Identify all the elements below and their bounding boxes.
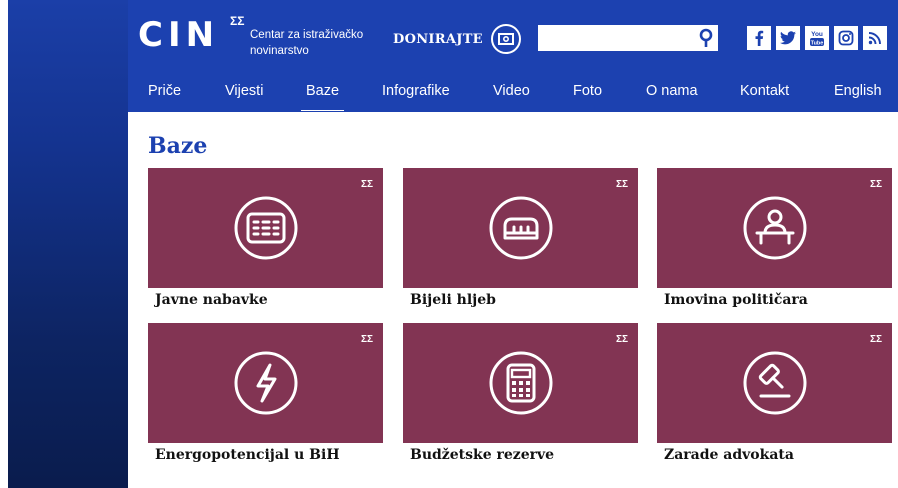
page-title: Baze: [148, 133, 208, 159]
site-header: CIN ΣΣ Centar za istraživačko novinarstv…: [128, 0, 898, 112]
left-gradient-panel: [8, 0, 128, 488]
nav-english[interactable]: English: [834, 83, 882, 99]
card-image: ΣΣ: [148, 323, 383, 443]
card-title: Bijeli hljeb: [410, 292, 496, 308]
nav-price[interactable]: Priče: [148, 83, 181, 99]
card-image: ΣΣ: [657, 168, 892, 288]
twitter-icon[interactable]: [776, 26, 800, 50]
cin-mark-icon: ΣΣ: [869, 179, 882, 190]
card-javne-nabavke[interactable]: ΣΣ Javne nabavke: [148, 168, 383, 313]
tagline: Centar za istraživačko novinarstvo: [250, 29, 364, 57]
table-list-icon: [234, 196, 298, 260]
card-imovina-politicara[interactable]: ΣΣ Imovina političara: [657, 168, 892, 313]
card-image: ΣΣ: [657, 323, 892, 443]
cash-icon: [490, 24, 521, 54]
card-zarade-advokata[interactable]: ΣΣ Zarade advokata: [657, 323, 892, 473]
nav-baze[interactable]: Baze: [300, 83, 345, 111]
cin-mark-icon: ΣΣ: [360, 179, 373, 190]
calculator-icon: [489, 351, 553, 415]
instagram-icon[interactable]: [834, 26, 858, 50]
card-title: Energopotencijal u BiH: [155, 447, 340, 463]
card-title: Budžetske rezerve: [410, 447, 555, 463]
card-title: Zarade advokata: [664, 447, 794, 463]
card-image: ΣΣ: [148, 168, 383, 288]
card-image: ΣΣ: [403, 168, 638, 288]
nav-infografike[interactable]: Infografike: [382, 83, 450, 99]
donate-label: DONIRAJTE: [393, 31, 483, 47]
cin-mark-icon: ΣΣ: [615, 334, 628, 345]
donate-button[interactable]: DONIRAJTE: [393, 24, 521, 54]
cin-mark-icon: ΣΣ: [869, 334, 882, 345]
nav-kontakt[interactable]: Kontakt: [740, 83, 789, 99]
svg-text:You: You: [811, 31, 823, 38]
nav-foto[interactable]: Foto: [573, 83, 602, 99]
nav-vijesti[interactable]: Vijesti: [225, 83, 263, 99]
card-bijeli-hljeb[interactable]: ΣΣ Bijeli hljeb: [403, 168, 638, 313]
facebook-icon[interactable]: [747, 26, 771, 50]
card-budzetske-rezerve[interactable]: ΣΣ Budžetske rezerve: [403, 323, 638, 473]
search-input[interactable]: [538, 25, 718, 51]
bread-icon: [489, 196, 553, 260]
card-image: ΣΣ: [403, 323, 638, 443]
cin-logo[interactable]: CIN: [138, 15, 219, 55]
card-title: Imovina političara: [664, 292, 808, 308]
gavel-icon: [743, 351, 807, 415]
svg-text:Tube: Tube: [811, 40, 824, 46]
card-title: Javne nabavke: [155, 292, 268, 308]
rss-icon[interactable]: [863, 26, 887, 50]
nav-video[interactable]: Video: [493, 83, 530, 99]
cin-mark-icon: ΣΣ: [360, 334, 373, 345]
main-navigation: Priče Vijesti Baze Infografike Video Fot…: [128, 78, 898, 112]
nav-o-nama[interactable]: O nama: [646, 83, 698, 99]
logo-sigma-mark: ΣΣ: [230, 14, 245, 28]
lightning-icon: [234, 351, 298, 415]
youtube-icon[interactable]: You Tube: [805, 26, 829, 50]
card-energopotencijal[interactable]: ΣΣ Energopotencijal u BiH: [148, 323, 383, 473]
politician-desk-icon: [743, 196, 807, 260]
cin-mark-icon: ΣΣ: [615, 179, 628, 190]
search-icon[interactable]: [696, 25, 716, 51]
